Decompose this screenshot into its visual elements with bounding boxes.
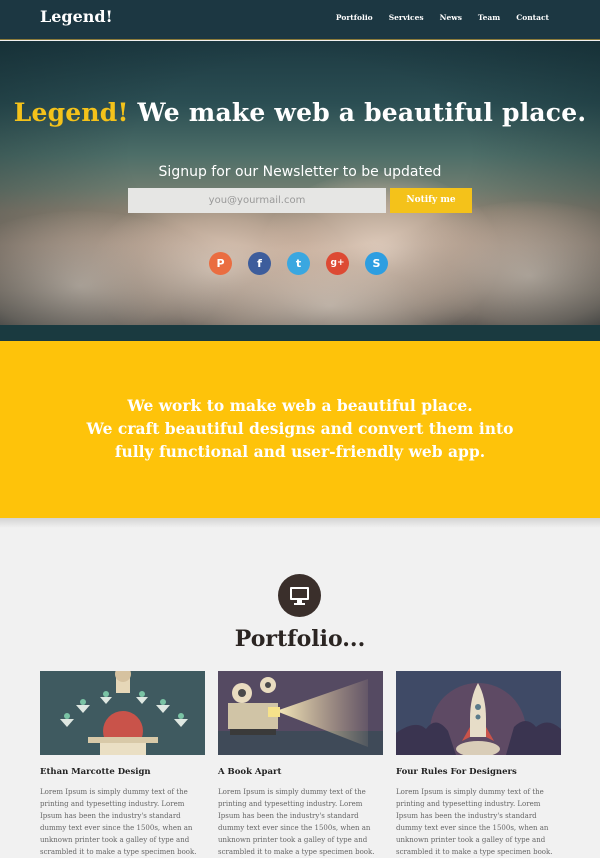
portfolio-card[interactable]: A Book Apart Lorem Ipsum is simply dummy…	[218, 671, 383, 858]
newsletter-heading: Signup for our Newsletter to be updated	[158, 164, 442, 180]
social-icons: P f t g+ S	[209, 252, 388, 275]
skype-icon[interactable]: S	[365, 252, 388, 275]
twitter-icon[interactable]: t	[287, 252, 310, 275]
hero-title: Legend! We make web a beautiful place.	[0, 98, 600, 127]
google-plus-icon[interactable]: g+	[326, 252, 349, 275]
intro-line-1: We work to make web a beautiful place.	[127, 396, 473, 415]
nav-link-contact[interactable]: Contact	[516, 13, 549, 22]
intro-line-3: fully functional and user-friendly web a…	[114, 442, 486, 461]
intro-text: We work to make web a beautiful place. W…	[0, 394, 600, 463]
intro-line-2: We craft beautiful designs and convert t…	[86, 419, 514, 438]
portfolio-card-text: Lorem Ipsum is simply dummy text of the …	[218, 788, 375, 856]
notify-button[interactable]: Notify me	[390, 188, 472, 213]
pinterest-icon[interactable]: P	[209, 252, 232, 275]
portfolio-card-title[interactable]: A Book Apart	[218, 767, 383, 777]
hero-title-text: We make web a beautiful place.	[137, 98, 587, 127]
band-shadow	[0, 518, 600, 528]
hero-section	[0, 41, 600, 325]
portfolio-card[interactable]: Ethan Marcotte Design Lorem Ipsum is sim…	[40, 671, 205, 858]
portfolio-card-title[interactable]: Four Rules For Designers	[396, 767, 561, 777]
portfolio-card[interactable]: Four Rules For Designers Lorem Ipsum is …	[396, 671, 561, 858]
nav-link-news[interactable]: News	[440, 13, 462, 22]
portfolio-card-text: Lorem Ipsum is simply dummy text of the …	[40, 788, 197, 856]
portfolio-image[interactable]	[218, 671, 383, 755]
nav-link-portfolio[interactable]: Portfolio	[336, 13, 373, 22]
portfolio-title: Portfolio...	[234, 626, 366, 652]
monitor-icon	[278, 574, 321, 617]
brand-logo[interactable]: Legend!	[40, 7, 113, 26]
hero-vignette	[0, 41, 600, 325]
portfolio-card-title[interactable]: Ethan Marcotte Design	[40, 767, 205, 777]
top-navbar: Legend! Portfolio Services News Team Con…	[0, 0, 600, 40]
email-input[interactable]: you@yourmail.com	[128, 188, 386, 213]
portfolio-image[interactable]	[40, 671, 205, 755]
nav-menu: Portfolio Services News Team Contact	[320, 13, 549, 22]
portfolio-image[interactable]	[396, 671, 561, 755]
nav-link-services[interactable]: Services	[389, 13, 424, 22]
hero-title-accent: Legend!	[13, 98, 129, 127]
portfolio-card-text: Lorem Ipsum is simply dummy text of the …	[396, 788, 553, 856]
facebook-icon[interactable]: f	[248, 252, 271, 275]
hero-bottom-strip	[0, 325, 600, 341]
nav-link-team[interactable]: Team	[478, 13, 500, 22]
